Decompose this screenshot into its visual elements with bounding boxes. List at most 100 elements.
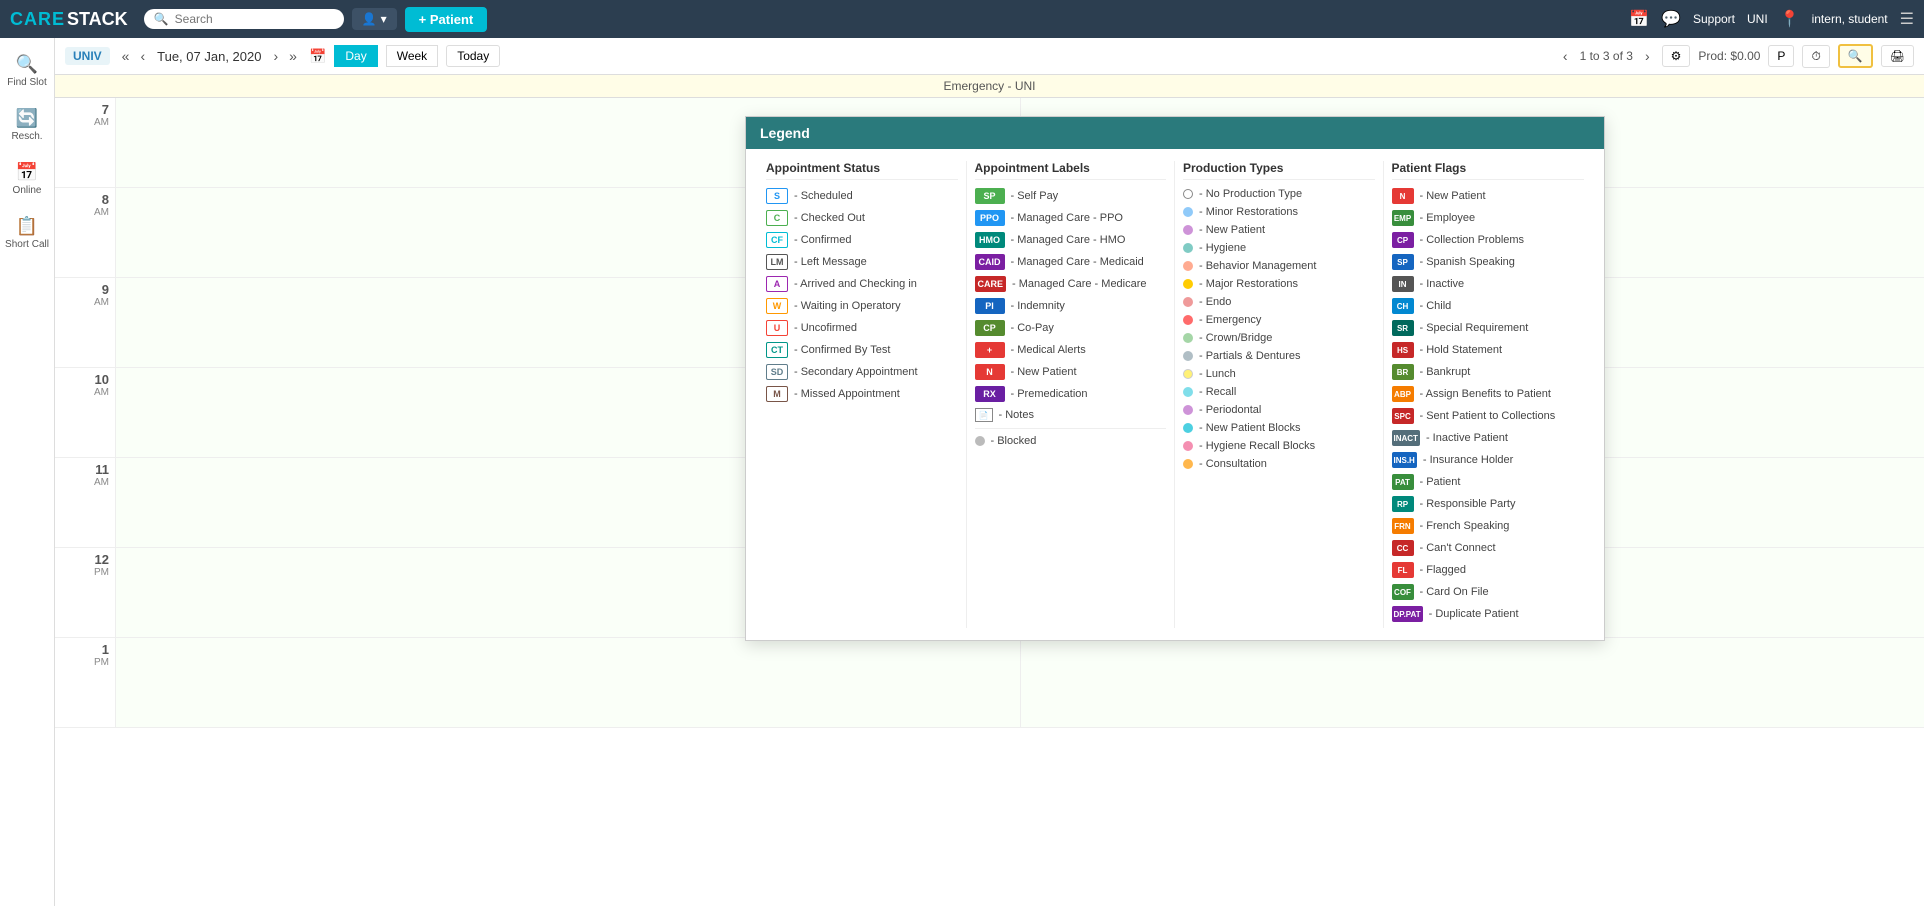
logo-care: CARE bbox=[10, 9, 65, 30]
flag-badge-emp: EMP bbox=[1392, 210, 1414, 226]
legend-col-appointment-status: Appointment Status S - Scheduled C - Che… bbox=[758, 161, 967, 628]
page-prev-button[interactable]: ‹ bbox=[1559, 46, 1572, 66]
label-badge-n: N bbox=[975, 364, 1005, 380]
flag-badge-inact: INACT bbox=[1392, 430, 1420, 446]
sidebar-item-short-call[interactable]: 📋 Short Call bbox=[0, 208, 54, 258]
prev-button[interactable]: ‹ bbox=[136, 46, 149, 66]
legend-item-care: CARE - Managed Care - Medicare bbox=[975, 276, 1167, 292]
legend-item-missed: M - Missed Appointment bbox=[766, 386, 958, 402]
calendar-picker-icon[interactable]: 📅 bbox=[309, 48, 326, 65]
sidebar-item-resch[interactable]: 🔄 Resch. bbox=[0, 100, 54, 150]
day-view-button[interactable]: Day bbox=[334, 45, 377, 67]
legend-item-flag-pat: PAT - Patient bbox=[1392, 474, 1585, 490]
legend-item-secondary: SD - Secondary Appointment bbox=[766, 364, 958, 380]
user-name: intern, student bbox=[1812, 12, 1888, 26]
next-next-button[interactable]: » bbox=[285, 46, 301, 66]
legend-item-crown-bridge: - Crown/Bridge bbox=[1183, 332, 1375, 344]
flag-badge-in: IN bbox=[1392, 276, 1414, 292]
flag-badge-frn: FRN bbox=[1392, 518, 1414, 534]
flag-badge-rp: RP bbox=[1392, 496, 1414, 512]
label-badge-rx: RX bbox=[975, 386, 1005, 402]
legend-item-left-message: LM - Left Message bbox=[766, 254, 958, 270]
legend-item-flag-sp: SP - Spanish Speaking bbox=[1392, 254, 1585, 270]
flag-badge-cof: COF bbox=[1392, 584, 1414, 600]
add-patient-button[interactable]: + Patient bbox=[405, 7, 488, 32]
nav-arrows-right: › » bbox=[269, 46, 300, 66]
emergency-dot bbox=[1183, 315, 1193, 325]
recall-dot bbox=[1183, 387, 1193, 397]
hamburger-icon[interactable]: ☰ bbox=[1900, 9, 1914, 29]
status-badge-m: M bbox=[766, 386, 788, 402]
legend-item-flag-inact: INACT - Inactive Patient bbox=[1392, 430, 1585, 446]
legend-item-flag-rp: RP - Responsible Party bbox=[1392, 496, 1585, 512]
nav-arrows: « ‹ bbox=[118, 46, 149, 66]
calendar-nav-icon[interactable]: 📅 bbox=[1629, 9, 1649, 29]
time-slot-1-2[interactable] bbox=[1020, 638, 1924, 727]
short-call-icon: 📋 bbox=[16, 216, 38, 237]
partials-dot bbox=[1183, 351, 1193, 361]
legend-item-flag-abp: ABP - Assign Benefits to Patient bbox=[1392, 386, 1585, 402]
page-next-button[interactable]: › bbox=[1641, 46, 1654, 66]
legend-col-appointment-labels: Appointment Labels SP - Self Pay PPO - M… bbox=[967, 161, 1176, 628]
legend-col-header-flags: Patient Flags bbox=[1392, 161, 1585, 180]
clock-button[interactable]: ⏱ bbox=[1802, 45, 1829, 68]
label-badge-plus: + bbox=[975, 342, 1005, 358]
legend-item-scheduled: S - Scheduled bbox=[766, 188, 958, 204]
legend-item-hygiene-recall: - Hygiene Recall Blocks bbox=[1183, 440, 1375, 452]
label-badge-sp: SP bbox=[975, 188, 1005, 204]
p-button[interactable]: P bbox=[1768, 45, 1794, 67]
legend-item-lunch: - Lunch bbox=[1183, 368, 1375, 380]
time-slot-1-1[interactable] bbox=[115, 638, 1020, 727]
logo: CARE STACK bbox=[10, 9, 128, 30]
sidebar-item-find-slot[interactable]: 🔍 Find Slot bbox=[0, 46, 54, 96]
settings-button[interactable]: ⚙ bbox=[1662, 45, 1691, 67]
legend-item-flag-in: IN - Inactive bbox=[1392, 276, 1585, 292]
status-badge-u: U bbox=[766, 320, 788, 336]
navbar-right: 📅 💬 Support UNI 📍 intern, student ☰ bbox=[1629, 9, 1914, 29]
support-label[interactable]: Support bbox=[1693, 12, 1735, 26]
print-button[interactable]: 🖨 bbox=[1881, 45, 1914, 67]
search-input[interactable] bbox=[175, 12, 325, 26]
legend-item-sp: SP - Self Pay bbox=[975, 188, 1167, 204]
time-label-9: 9 AM bbox=[55, 278, 115, 367]
status-badge-w: W bbox=[766, 298, 788, 314]
legend-item-recall: - Recall bbox=[1183, 386, 1375, 398]
legend-body: Appointment Status S - Scheduled C - Che… bbox=[746, 149, 1604, 640]
legend-item-new-patient-blocks: - New Patient Blocks bbox=[1183, 422, 1375, 434]
sidebar-item-label-short-call: Short Call bbox=[5, 239, 49, 250]
next-button[interactable]: › bbox=[269, 46, 282, 66]
search-icon: 🔍 bbox=[154, 12, 169, 26]
legend-item-flag-hs: HS - Hold Statement bbox=[1392, 342, 1585, 358]
date-display: Tue, 07 Jan, 2020 bbox=[157, 49, 261, 64]
uni-label: UNI bbox=[1747, 12, 1768, 26]
time-row-1: 1 PM bbox=[55, 638, 1924, 728]
user-dropdown-icon: ▾ bbox=[381, 12, 387, 26]
legend-item-medical-alerts: + - Medical Alerts bbox=[975, 342, 1167, 358]
legend-item-caid: CAID - Managed Care - Medicaid bbox=[975, 254, 1167, 270]
legend-item-emergency-prod: - Emergency bbox=[1183, 314, 1375, 326]
user-button[interactable]: 👤 ▾ bbox=[352, 8, 397, 30]
legend-item-flag-n: N - New Patient bbox=[1392, 188, 1585, 204]
find-slot-icon: 🔍 bbox=[16, 54, 38, 75]
legend-item-minor-rest: - Minor Restorations bbox=[1183, 206, 1375, 218]
sidebar-item-online[interactable]: 📅 Online bbox=[0, 154, 54, 204]
flag-badge-spc: SPC bbox=[1392, 408, 1414, 424]
time-label-12: 12 PM bbox=[55, 548, 115, 637]
search-bar[interactable]: 🔍 bbox=[144, 9, 344, 29]
legend-item-flag-cc: CC - Can't Connect bbox=[1392, 540, 1585, 556]
flag-badge-fl: FL bbox=[1392, 562, 1414, 578]
legend-item-new-patient-prod: - New Patient bbox=[1183, 224, 1375, 236]
prev-prev-button[interactable]: « bbox=[118, 46, 134, 66]
legend-item-pi: PI - Indemnity bbox=[975, 298, 1167, 314]
week-view-button[interactable]: Week bbox=[386, 45, 438, 67]
search-legend-button[interactable]: 🔍 bbox=[1838, 44, 1873, 68]
lunch-dot bbox=[1183, 369, 1193, 379]
flag-badge-sp: SP bbox=[1392, 254, 1414, 270]
status-badge-cf: CF bbox=[766, 232, 788, 248]
location-badge: UNIV bbox=[65, 47, 110, 65]
chat-icon[interactable]: 💬 bbox=[1661, 9, 1681, 29]
today-button[interactable]: Today bbox=[446, 45, 500, 67]
no-prod-icon bbox=[1183, 189, 1193, 199]
flag-badge-br: BR bbox=[1392, 364, 1414, 380]
legend-item-flag-cof: COF - Card On File bbox=[1392, 584, 1585, 600]
